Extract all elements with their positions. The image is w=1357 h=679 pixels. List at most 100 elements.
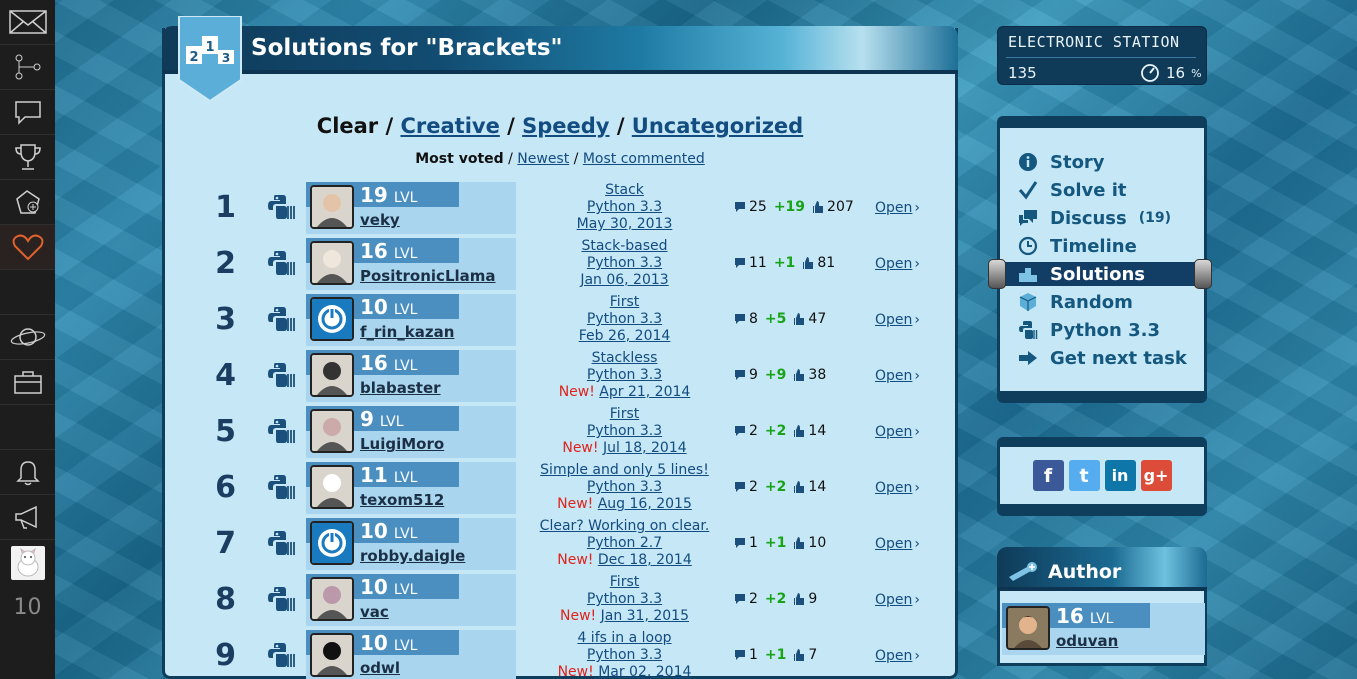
solution-title-link[interactable]: Stackless xyxy=(592,350,658,366)
linkedin-icon[interactable]: in xyxy=(1104,460,1136,491)
tab-creative[interactable]: Creative xyxy=(400,114,499,138)
solution-title-link[interactable]: 4 ifs in a loop xyxy=(577,630,671,646)
tree-icon[interactable] xyxy=(0,45,55,90)
menu-item[interactable]: Random xyxy=(1018,288,1145,316)
username-link[interactable]: odwl xyxy=(360,659,400,677)
chat-icon[interactable] xyxy=(0,90,55,135)
user-card[interactable]: 10 LVL odwl xyxy=(306,630,516,679)
solution-date-link[interactable]: Jan 31, 2015 xyxy=(601,608,689,624)
user-card[interactable]: 16 LVL PositronicLlama xyxy=(306,238,516,290)
open-solution-link[interactable]: Open › xyxy=(875,256,920,272)
solution-title-link[interactable]: Stack xyxy=(605,182,644,198)
solution-date-link[interactable]: Feb 26, 2014 xyxy=(579,328,671,344)
facebook-icon[interactable]: f xyxy=(1032,460,1064,491)
author-avatar[interactable] xyxy=(1006,606,1050,650)
solution-language-link[interactable]: Python 3.3 xyxy=(587,423,662,439)
tab-speedy[interactable]: Speedy xyxy=(522,114,609,138)
user-card[interactable]: 19 LVL veky xyxy=(306,182,516,234)
username-link[interactable]: texom512 xyxy=(360,491,444,509)
solution-date-link[interactable]: Jul 18, 2014 xyxy=(603,440,687,456)
heart-icon[interactable] xyxy=(0,225,55,270)
solution-date-link[interactable]: Jan 06, 2013 xyxy=(580,272,668,288)
solution-title-link[interactable]: First xyxy=(610,406,639,422)
user-card[interactable]: 9 LVL LuigiMoro xyxy=(306,406,516,458)
solution-date-link[interactable]: Aug 16, 2015 xyxy=(598,496,692,512)
solution-date-link[interactable]: May 30, 2013 xyxy=(577,216,673,232)
open-solution-link[interactable]: Open › xyxy=(875,200,920,216)
menu-item[interactable]: Solutions xyxy=(988,259,1212,289)
menu-item[interactable]: Timeline xyxy=(1018,232,1149,260)
solution-language-link[interactable]: Python 3.3 xyxy=(587,311,662,327)
logo-icon[interactable] xyxy=(0,0,55,45)
author-username[interactable]: oduvan xyxy=(1056,632,1118,650)
user-avatar[interactable] xyxy=(310,241,354,285)
solution-title-link[interactable]: First xyxy=(610,294,639,310)
username-link[interactable]: veky xyxy=(360,211,400,229)
add-mission-icon[interactable] xyxy=(0,180,55,225)
open-solution-link[interactable]: Open › xyxy=(875,592,920,608)
tab-clear[interactable]: Clear xyxy=(317,114,378,138)
planet-icon[interactable] xyxy=(0,315,55,360)
briefcase-icon[interactable] xyxy=(0,360,55,405)
username-link[interactable]: f_rin_kazan xyxy=(360,323,454,341)
user-avatar[interactable] xyxy=(0,540,55,585)
solution-language-link[interactable]: Python 2.7 xyxy=(587,535,662,551)
bell-icon[interactable] xyxy=(0,450,55,495)
username-link[interactable]: LuigiMoro xyxy=(360,435,444,453)
user-card[interactable]: 10 LVL robby.daigle xyxy=(306,518,516,570)
user-card[interactable]: 11 LVL texom512 xyxy=(306,462,516,514)
user-avatar[interactable] xyxy=(310,409,354,453)
python-icon xyxy=(266,360,296,390)
username-link[interactable]: blabaster xyxy=(360,379,441,397)
open-solution-link[interactable]: Open › xyxy=(875,368,920,384)
open-solution-link[interactable]: Open › xyxy=(875,536,920,552)
megaphone-icon[interactable] xyxy=(0,495,55,540)
user-avatar[interactable] xyxy=(310,521,354,565)
solution-language-link[interactable]: Python 3.3 xyxy=(587,479,662,495)
solution-language-link[interactable]: Python 3.3 xyxy=(587,647,662,663)
solution-language-link[interactable]: Python 3.3 xyxy=(587,367,662,383)
solution-date-link[interactable]: Apr 21, 2014 xyxy=(599,384,690,400)
station-panel[interactable]: ELECTRONIC STATION 135 16 % xyxy=(997,26,1207,85)
user-avatar[interactable] xyxy=(310,353,354,397)
open-solution-link[interactable]: Open › xyxy=(875,480,920,496)
open-solution-link[interactable]: Open › xyxy=(875,648,920,664)
solution-language-link[interactable]: Python 3.3 xyxy=(587,255,662,271)
solution-title-link[interactable]: First xyxy=(610,574,639,590)
sort-most-commented[interactable]: Most commented xyxy=(583,151,705,167)
user-avatar[interactable] xyxy=(310,465,354,509)
solution-title-link[interactable]: Stack-based xyxy=(581,238,667,254)
menu-item[interactable]: Discuss (19) xyxy=(1018,204,1171,232)
username-link[interactable]: vac xyxy=(360,603,389,621)
solution-language-link[interactable]: Python 3.3 xyxy=(587,199,662,215)
googleplus-icon[interactable]: g+ xyxy=(1140,460,1172,491)
solution-title-link[interactable]: Clear? Working on clear. xyxy=(540,518,710,534)
menu-item[interactable]: Solve it xyxy=(1018,176,1138,204)
menu-item[interactable]: Python 3.3 xyxy=(1018,316,1172,344)
username-link[interactable]: robby.daigle xyxy=(360,547,465,565)
twitter-icon[interactable]: t xyxy=(1068,460,1100,491)
sort-newest[interactable]: Newest xyxy=(517,151,569,167)
username-link[interactable]: PositronicLlama xyxy=(360,267,496,285)
menu-item[interactable]: Get next task xyxy=(1018,344,1199,372)
solution-date-link[interactable]: Dec 18, 2014 xyxy=(598,552,692,568)
info-icon xyxy=(1019,153,1037,171)
user-avatar[interactable] xyxy=(310,633,354,677)
user-avatar[interactable] xyxy=(310,185,354,229)
solution-language-link[interactable]: Python 3.3 xyxy=(587,591,662,607)
trophy-icon[interactable] xyxy=(0,135,55,180)
author-heading: Author xyxy=(1048,561,1122,583)
user-card[interactable]: 10 LVL vac xyxy=(306,574,516,626)
open-solution-link[interactable]: Open › xyxy=(875,424,920,440)
solution-title-link[interactable]: Simple and only 5 lines! xyxy=(540,462,709,478)
menu-item[interactable]: Story xyxy=(1018,148,1117,176)
solution-date-link[interactable]: Mar 02, 2014 xyxy=(598,664,691,679)
user-card[interactable]: 16 LVL blabaster xyxy=(306,350,516,402)
user-card[interactable]: 10 LVL f_rin_kazan xyxy=(306,294,516,346)
user-avatar[interactable] xyxy=(310,577,354,621)
open-solution-link[interactable]: Open › xyxy=(875,312,920,328)
author-card[interactable]: 16 LVL oduvan xyxy=(1002,603,1205,655)
sort-most-voted[interactable]: Most voted xyxy=(415,151,503,167)
user-avatar[interactable] xyxy=(310,297,354,341)
tab-uncategorized[interactable]: Uncategorized xyxy=(632,114,803,138)
